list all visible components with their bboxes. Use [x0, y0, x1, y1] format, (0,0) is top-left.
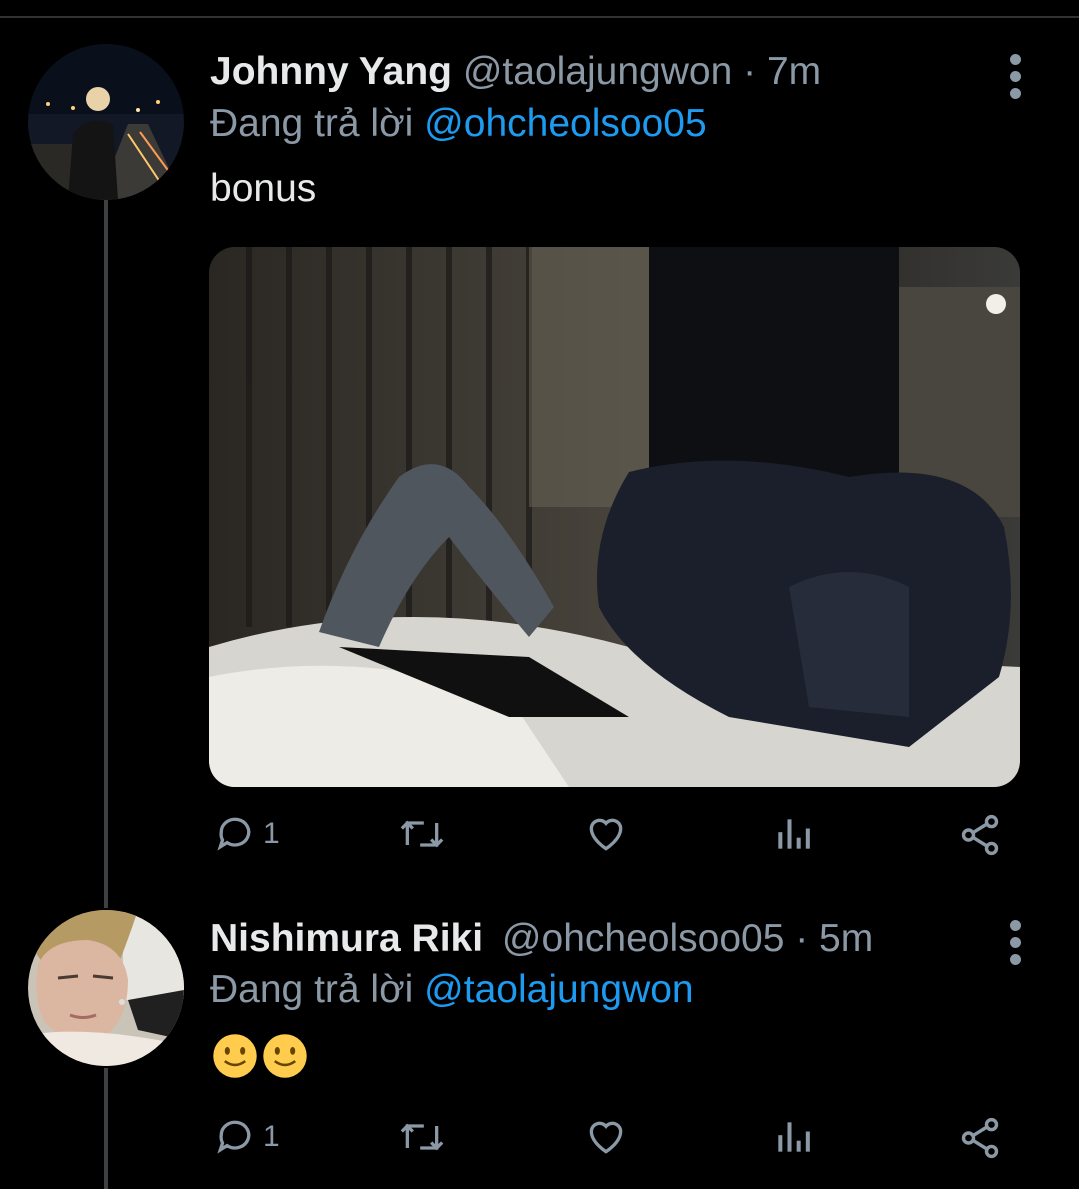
reply-count: 1: [263, 1120, 280, 1153]
mention-link[interactable]: @ohcheolsoo05: [424, 102, 706, 145]
slightly-smiling-face-icon: [263, 1033, 307, 1078]
user-handle[interactable]: @taolajungwon: [463, 50, 732, 93]
replying-to: Đang trả lời @taolajungwon: [210, 968, 694, 1012]
tweet-actions: 1: [209, 812, 1009, 862]
like-button[interactable]: [583, 812, 629, 856]
reply-count: 1: [263, 817, 280, 850]
like-icon: [589, 818, 623, 851]
share-button[interactable]: [957, 812, 1003, 858]
thread-connector: [104, 1068, 108, 1189]
tweet-header: Johnny Yang @taolajungwon · 7m: [210, 50, 821, 94]
reply-button[interactable]: 1: [213, 812, 280, 856]
share-button[interactable]: [957, 1115, 1003, 1161]
tweet-actions: 1: [209, 1115, 1009, 1165]
retweet-icon: [400, 820, 444, 848]
retweet-button[interactable]: [397, 812, 447, 856]
reply-icon: [217, 1120, 251, 1154]
more-icon[interactable]: [1010, 920, 1022, 971]
tweet-media-image[interactable]: [209, 247, 1020, 787]
display-name[interactable]: Johnny Yang: [210, 50, 452, 93]
views-icon: [778, 1122, 810, 1152]
avatar[interactable]: [28, 910, 184, 1066]
views-button[interactable]: [773, 812, 817, 856]
reply-button[interactable]: 1: [213, 1115, 280, 1159]
replying-prefix: Đang trả lời: [210, 968, 414, 1011]
replying-prefix: Đang trả lời: [210, 102, 414, 145]
retweet-icon: [400, 1123, 444, 1151]
timestamp[interactable]: · 7m: [743, 50, 821, 93]
thread-connector: [104, 200, 108, 908]
top-divider: [0, 16, 1079, 18]
timestamp[interactable]: · 5m: [795, 917, 873, 960]
views-icon: [778, 819, 810, 849]
tweet-text: bonus: [210, 167, 317, 210]
like-button[interactable]: [583, 1115, 629, 1159]
retweet-button[interactable]: [397, 1115, 447, 1159]
more-icon[interactable]: [1010, 54, 1022, 105]
share-icon: [961, 814, 999, 856]
like-icon: [589, 1121, 623, 1154]
mention-link[interactable]: @taolajungwon: [424, 968, 693, 1011]
views-button[interactable]: [773, 1115, 817, 1159]
tweet-text: 🙂🙂: [212, 1032, 312, 1079]
avatar[interactable]: [28, 44, 184, 200]
display-name[interactable]: Nishimura Riki: [210, 917, 483, 960]
user-handle[interactable]: @ohcheolsoo05: [502, 917, 784, 960]
share-icon: [961, 1117, 999, 1159]
replying-to: Đang trả lời @ohcheolsoo05: [210, 102, 707, 146]
tweet-header: Nishimura Riki @ohcheolsoo05 · 5m: [210, 917, 873, 961]
reply-icon: [217, 817, 251, 851]
